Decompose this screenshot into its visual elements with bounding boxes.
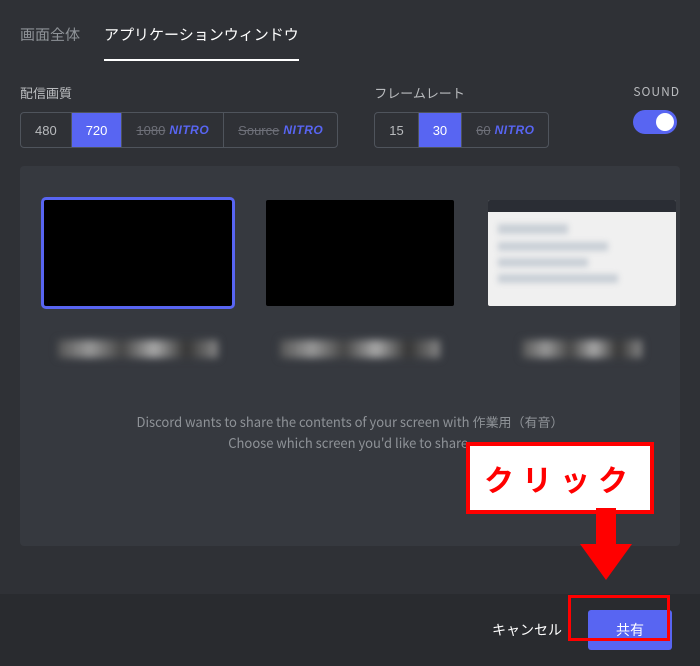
toggle-knob — [656, 113, 674, 131]
framerate-30-button[interactable]: 30 — [419, 113, 462, 147]
nitro-icon: NITRO — [169, 123, 209, 137]
framerate-group: フレームレート 15 30 60 NITRO — [374, 83, 549, 148]
window-thumbnail — [488, 200, 676, 306]
nitro-icon: NITRO — [283, 123, 323, 137]
sound-label: SOUND — [633, 83, 680, 100]
source-tabs: 画面全体 アプリケーションウィンドウ — [20, 16, 680, 61]
annotation-click-label: クリック — [466, 442, 654, 514]
quality-1080-button[interactable]: 1080 NITRO — [122, 113, 224, 147]
quality-720-button[interactable]: 720 — [72, 113, 123, 147]
quality-480-button[interactable]: 480 — [21, 113, 72, 147]
tab-application-window[interactable]: アプリケーションウィンドウ — [104, 16, 299, 61]
window-thumbnail — [266, 200, 454, 306]
sound-group: SOUND — [633, 83, 680, 148]
framerate-label: フレームレート — [374, 83, 549, 102]
window-option-2[interactable] — [266, 200, 454, 362]
window-name — [44, 340, 232, 362]
share-button[interactable]: 共有 — [588, 610, 672, 650]
window-name — [266, 340, 454, 362]
quality-source-text: Source — [238, 123, 279, 138]
framerate-60-text: 60 — [476, 123, 490, 138]
quality-group: 配信画質 480 720 1080 NITRO Source NITRO — [20, 83, 338, 148]
quality-1080-text: 1080 — [136, 123, 165, 138]
quality-source-button[interactable]: Source NITRO — [224, 113, 337, 147]
hint-line-1: Discord wants to share the contents of y… — [44, 412, 656, 433]
window-option-1[interactable] — [44, 200, 232, 362]
cancel-button[interactable]: キャンセル — [484, 610, 570, 650]
annotation-arrow-icon — [576, 508, 636, 580]
quality-label: 配信画質 — [20, 83, 338, 102]
dialog-footer: キャンセル 共有 — [0, 594, 700, 666]
window-option-3[interactable] — [488, 200, 676, 362]
quality-segmented: 480 720 1080 NITRO Source NITRO — [20, 112, 338, 148]
tab-entire-screen[interactable]: 画面全体 — [20, 16, 80, 61]
framerate-15-button[interactable]: 15 — [375, 113, 418, 147]
framerate-segmented: 15 30 60 NITRO — [374, 112, 549, 148]
window-thumbnail — [44, 200, 232, 306]
framerate-60-button[interactable]: 60 NITRO — [462, 113, 548, 147]
nitro-icon: NITRO — [495, 123, 535, 137]
window-name — [488, 340, 676, 362]
sound-toggle[interactable] — [633, 110, 677, 134]
